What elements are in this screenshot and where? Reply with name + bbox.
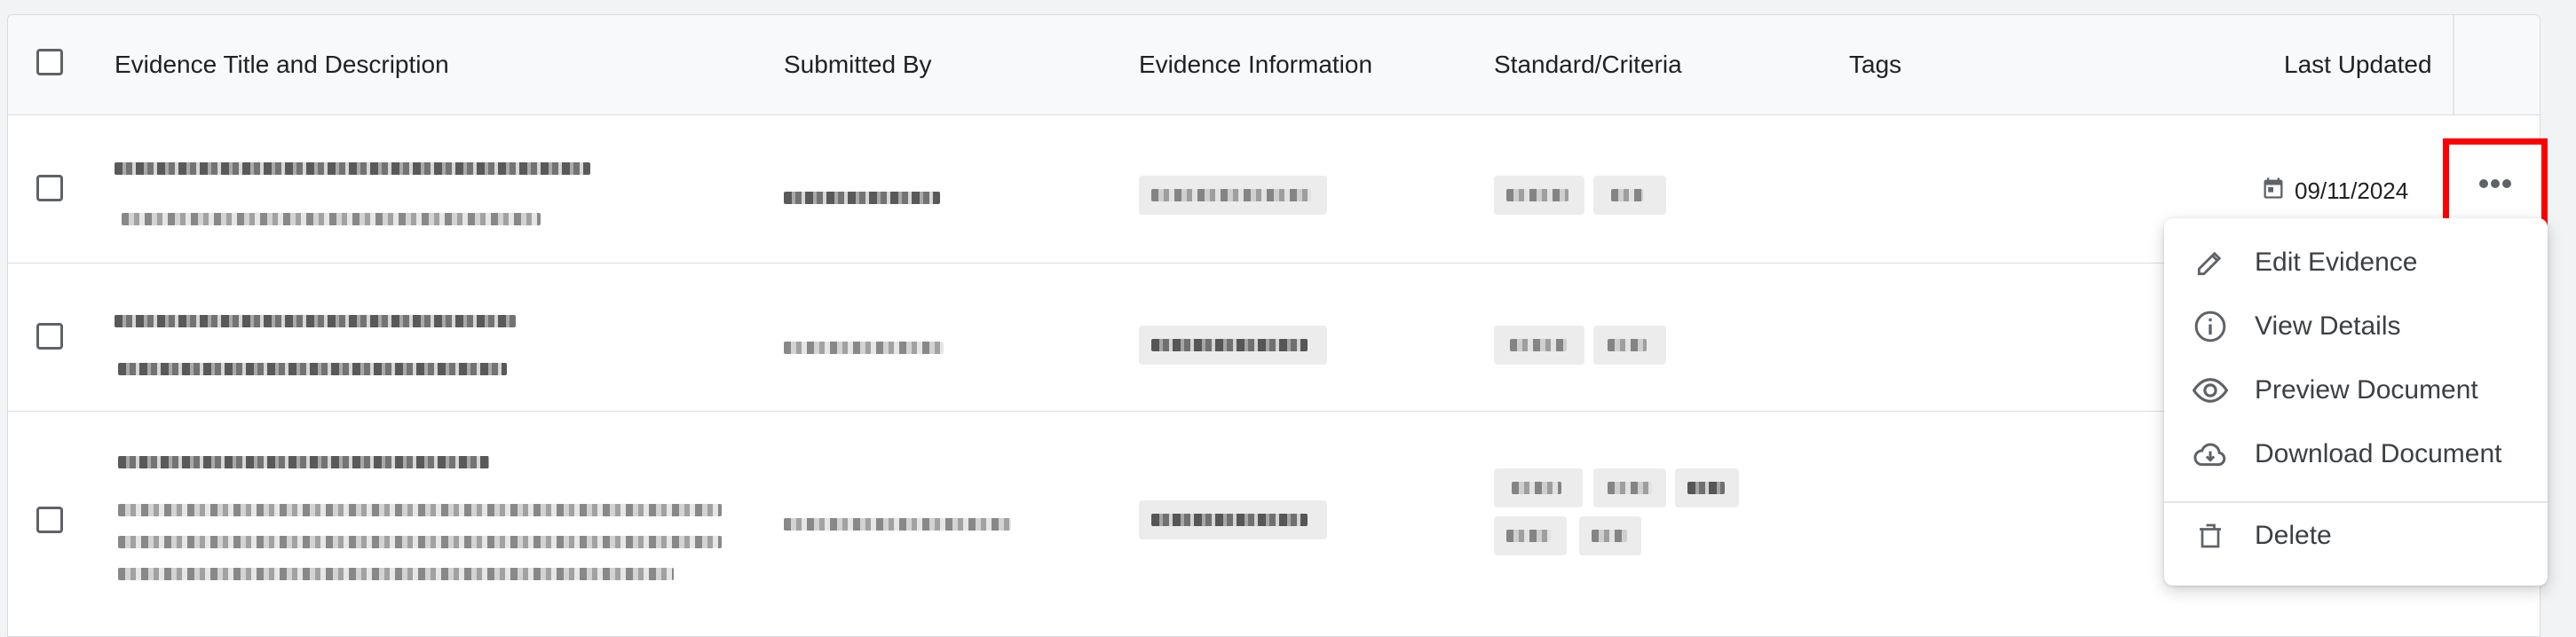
table-row[interactable] [8, 412, 2540, 636]
menu-item-label: Preview Document [2255, 375, 2478, 405]
info-icon [2191, 307, 2230, 346]
header-tags[interactable]: Tags [1849, 15, 1901, 114]
trash-icon [2191, 516, 2230, 555]
evidence-info-chip [1139, 326, 1327, 365]
cloud-download-icon [2191, 435, 2230, 474]
redacted-title [115, 315, 516, 327]
header-standard-criteria[interactable]: Standard/Criteria [1494, 15, 1682, 114]
standard-chip [1579, 516, 1641, 555]
row-checkbox[interactable] [36, 323, 63, 350]
menu-item-edit-evidence[interactable]: Edit Evidence [2164, 231, 2548, 295]
header-last-updated[interactable]: Last Updated [2284, 15, 2432, 114]
menu-item-label: Edit Evidence [2255, 248, 2418, 277]
menu-item-label: View Details [2255, 311, 2401, 341]
redacted-description-line [118, 504, 722, 516]
header-title[interactable]: Evidence Title and Description [115, 15, 449, 114]
row-actions-menu: Edit Evidence View Details Preview Docum… [2164, 218, 2548, 586]
standard-chip [1675, 468, 1739, 507]
redacted-description-line [118, 536, 722, 548]
more-horizontal-icon [2477, 177, 2513, 193]
redacted-title [115, 162, 590, 175]
evidence-info-chip [1139, 500, 1327, 539]
standard-chip [1494, 326, 1584, 365]
row-checkbox[interactable] [36, 175, 63, 201]
redacted-submitter [784, 518, 1011, 531]
standard-chip [1494, 468, 1583, 507]
menu-item-download-document[interactable]: Download Document [2164, 422, 2548, 486]
table-row[interactable] [8, 263, 2540, 412]
evidence-info-chip [1139, 176, 1327, 215]
standard-chip [1494, 516, 1567, 555]
standard-chip [1593, 326, 1666, 365]
header-submitted-by[interactable]: Submitted By [784, 15, 932, 114]
standard-chip [1593, 176, 1666, 215]
standard-chip [1494, 176, 1584, 215]
eye-icon [2191, 371, 2230, 410]
menu-item-label: Delete [2255, 521, 2332, 550]
select-all-checkbox[interactable] [36, 49, 63, 75]
evidence-table: Evidence Title and Description Submitted… [7, 14, 2540, 637]
actions-column-divider [2453, 15, 2454, 114]
calendar-icon [2261, 175, 2286, 208]
header-evidence-information[interactable]: Evidence Information [1139, 15, 1372, 114]
redacted-description-line [118, 568, 674, 580]
menu-item-view-details[interactable]: View Details [2164, 295, 2548, 358]
standard-chip [1593, 468, 1666, 507]
table-header: Evidence Title and Description Submitted… [8, 15, 2540, 115]
last-updated-cell: 09/11/2024 [2261, 175, 2408, 208]
menu-item-label: Download Document [2255, 439, 2502, 468]
redacted-submitter [784, 192, 940, 204]
row-checkbox[interactable] [36, 507, 63, 533]
redacted-submitter [784, 342, 944, 354]
redacted-description [118, 363, 507, 375]
table-row[interactable]: 09/11/2024 [8, 115, 2540, 263]
menu-divider [2164, 501, 2548, 503]
last-updated-date: 09/11/2024 [2295, 177, 2409, 204]
redacted-title [118, 456, 489, 468]
redacted-description [122, 213, 541, 225]
pencil-icon [2191, 243, 2230, 282]
menu-item-delete[interactable]: Delete [2164, 504, 2548, 568]
menu-item-preview-document[interactable]: Preview Document [2164, 358, 2548, 422]
